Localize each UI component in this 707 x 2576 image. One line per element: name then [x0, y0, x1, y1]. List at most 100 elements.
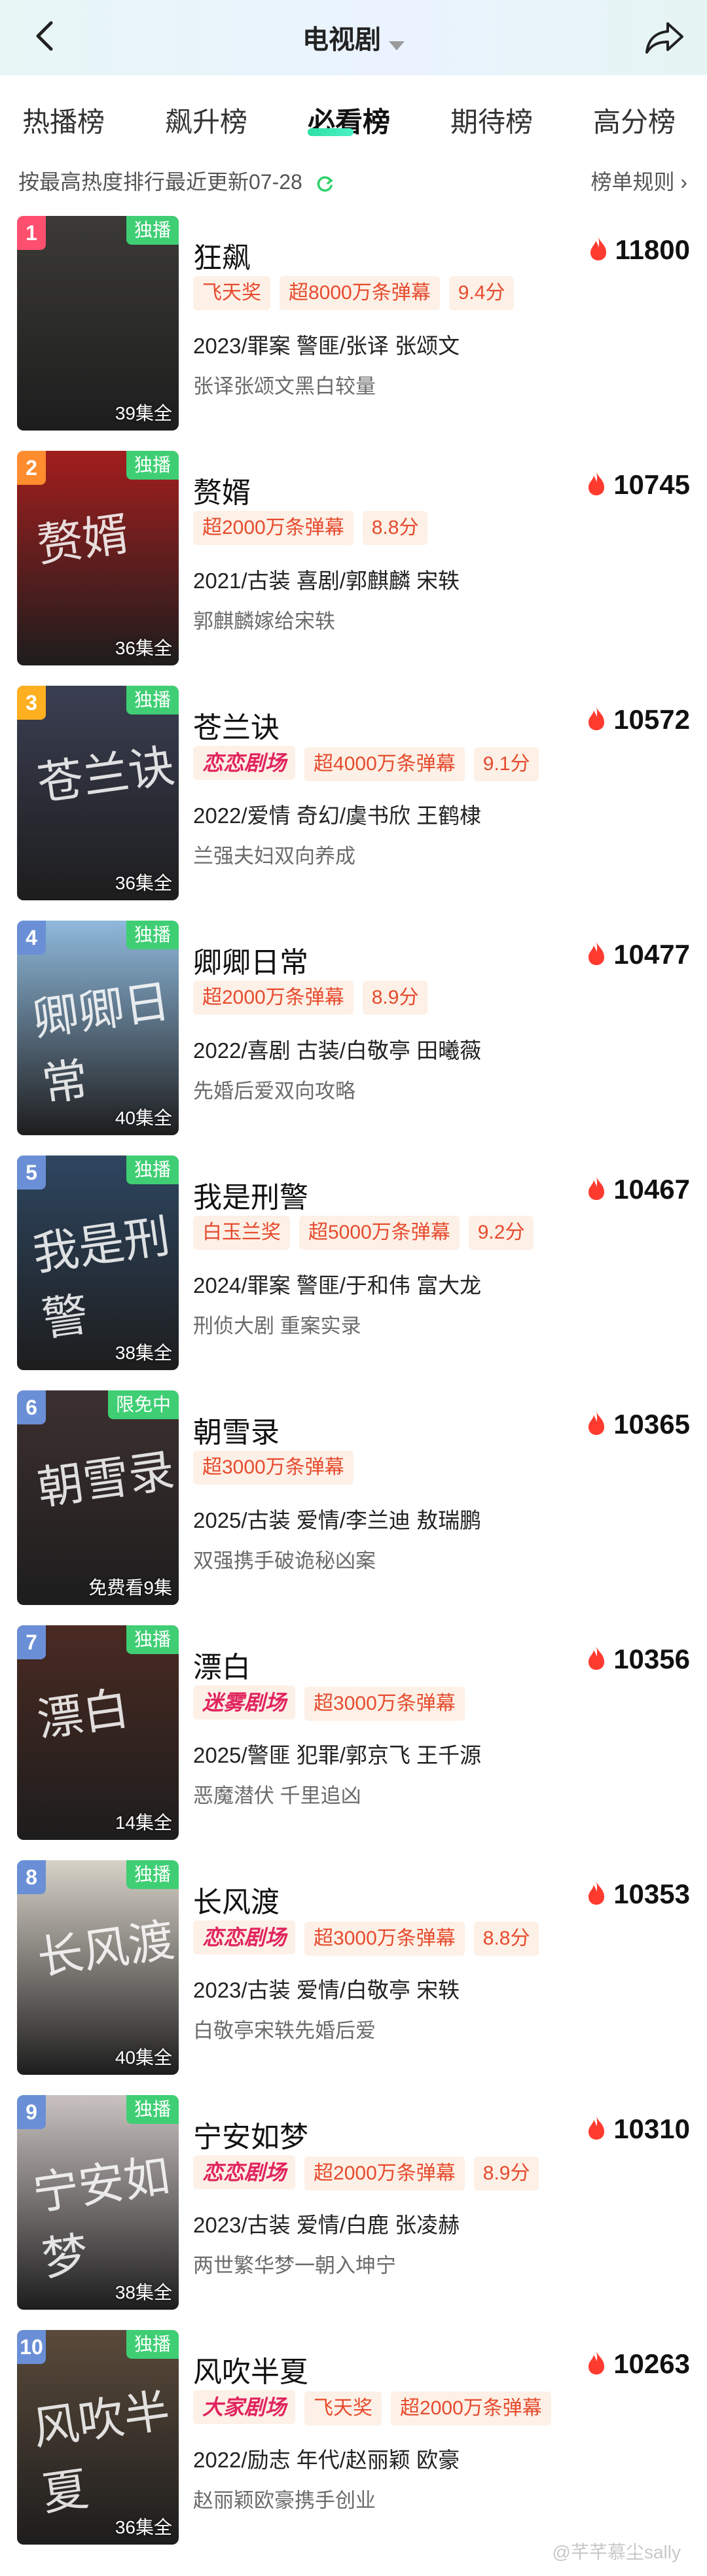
badge-row: 白玉兰奖 超5000万条弹幕 9.2分 — [193, 1216, 543, 1252]
poster-image[interactable]: 我是刑警 5 独播 38集全 — [17, 1156, 179, 1370]
list-item[interactable]: 赘婿 2 独播 36集全 赘婿 10745 超2000万条弹幕 8.8分 2021… — [0, 451, 707, 667]
poster-image[interactable]: 苍兰诀 3 独播 36集全 — [17, 686, 179, 900]
episode-count: 36集全 — [115, 2517, 172, 2537]
honor-badge: 飞天奖 — [193, 276, 270, 310]
ranking-rules-link[interactable]: 榜单规则 › — [590, 166, 687, 196]
flame-icon — [590, 237, 606, 260]
title-dropdown[interactable]: 电视剧 — [0, 18, 707, 56]
drama-title[interactable]: 苍兰诀 — [193, 704, 280, 746]
page-title: 电视剧 — [302, 26, 381, 54]
drama-meta: 2022/喜剧 古装/白敬亭 田曦薇 — [193, 1038, 482, 1063]
watermark: @芊芊慕尘sally — [552, 2542, 681, 2562]
honor-badge: 9.2分 — [468, 1216, 534, 1250]
drama-meta: 2022/励志 年代/赵丽颖 欧豪 — [193, 2448, 460, 2472]
share-icon[interactable] — [642, 14, 687, 60]
badge-row: 恋恋剧场 超4000万条弹幕 9.1分 — [193, 746, 548, 783]
badge-row: 超2000万条弹幕 8.9分 — [193, 981, 437, 1017]
flame-icon — [589, 707, 605, 730]
drama-description: 赵丽颖欧豪携手创业 — [193, 2489, 376, 2512]
tab-rising[interactable]: 飙升榜 — [165, 100, 247, 140]
list-item[interactable]: 1 独播 39集全 狂飙 11800 飞天奖 超8000万条弹幕 9.4分 2023… — [0, 216, 707, 432]
poster-image[interactable]: 长风渡 8 独播 40集全 — [17, 1860, 179, 2075]
episode-count: 36集全 — [115, 638, 172, 658]
poster-image[interactable]: 卿卿日常 4 独播 40集全 — [17, 921, 179, 1135]
badge-row: 超2000万条弹幕 8.8分 — [193, 511, 437, 548]
exclusive-tag: 独播 — [126, 686, 179, 715]
list-item[interactable]: 风吹半夏 10 独播 36集全 风吹半夏 10263 大家剧场 飞天奖 超2000万… — [0, 2330, 707, 2546]
list-item[interactable]: 卿卿日常 4 独播 40集全 卿卿日常 10477 超2000万条弹幕 8.9分 … — [0, 921, 707, 1137]
list-item[interactable]: 长风渡 8 独播 40集全 长风渡 10353 恋恋剧场 超3000万条弹幕 8.8… — [0, 1860, 707, 2076]
refresh-icon[interactable] — [315, 174, 335, 194]
heat-score: 11800 — [588, 234, 690, 266]
poster-title-art: 漂白 — [33, 1681, 132, 1748]
poster-image[interactable]: 风吹半夏 10 独播 36集全 — [17, 2330, 179, 2545]
rank-badge: 3 — [17, 686, 46, 720]
badge-row: 恋恋剧场 超2000万条弹幕 8.9分 — [193, 2155, 548, 2192]
drama-description: 张译张颂文黑白较量 — [193, 375, 376, 398]
active-tab-indicator — [308, 128, 354, 136]
heat-value: 10572 — [613, 704, 690, 735]
drama-title[interactable]: 长风渡 — [193, 1879, 280, 1920]
poster-image[interactable]: 朝雪录 6 限免中 免费看9集 — [17, 1390, 179, 1605]
poster-image[interactable]: 漂白 7 独播 14集全 — [17, 1625, 179, 1840]
poster-title-art: 长风渡 — [34, 1913, 178, 1986]
drama-title[interactable]: 赘婿 — [193, 469, 251, 511]
rank-badge: 7 — [17, 1625, 46, 1659]
episode-count: 40集全 — [115, 1108, 172, 1128]
episode-count: 38集全 — [115, 1343, 172, 1363]
drama-title[interactable]: 风吹半夏 — [193, 2348, 308, 2390]
drama-title[interactable]: 宁安如梦 — [193, 2113, 308, 2155]
drama-meta: 2023/古装 爱情/白敬亭 宋轶 — [193, 1978, 460, 2002]
honor-badge: 飞天奖 — [304, 2391, 382, 2426]
episode-count: 36集全 — [115, 873, 172, 893]
list-item[interactable]: 漂白 7 独播 14集全 漂白 10356 迷雾剧场 超3000万条弹幕 2025… — [0, 1625, 707, 1841]
honor-badge: 超2000万条弹幕 — [193, 981, 354, 1015]
badge-row: 超3000万条弹幕 — [193, 1451, 363, 1487]
drama-meta: 2022/爱情 奇幻/虞书欣 王鹤棣 — [193, 803, 482, 828]
chevron-down-icon — [389, 41, 405, 50]
rank-badge: 1 — [17, 216, 46, 250]
exclusive-tag: 独播 — [126, 451, 179, 480]
honor-badge: 8.8分 — [362, 511, 428, 545]
theater-brand-badge: 恋恋剧场 — [193, 746, 296, 780]
rank-badge: 10 — [17, 2330, 46, 2364]
drama-description: 刑侦大剧 重案实录 — [193, 1314, 361, 1337]
heat-value: 10745 — [613, 469, 690, 500]
drama-title[interactable]: 朝雪录 — [193, 1409, 280, 1451]
poster-title-art: 朝雪录 — [34, 1443, 178, 1516]
drama-title[interactable]: 我是刑警 — [193, 1174, 308, 1216]
rank-badge: 8 — [17, 1860, 46, 1894]
poster-image[interactable]: 1 独播 39集全 — [17, 216, 179, 431]
list-item[interactable]: 宁安如梦 9 独播 38集全 宁安如梦 10310 恋恋剧场 超2000万条弹幕 8… — [0, 2095, 707, 2311]
poster-title-art: 苍兰诀 — [34, 738, 178, 811]
poster-image[interactable]: 赘婿 2 独播 36集全 — [17, 451, 179, 665]
heat-score: 10745 — [586, 469, 690, 501]
tab-hot[interactable]: 热播榜 — [22, 100, 105, 140]
honor-badge: 8.8分 — [473, 1922, 539, 1956]
list-item[interactable]: 朝雪录 6 限免中 免费看9集 朝雪录 10365 超3000万条弹幕 2025… — [0, 1390, 707, 1606]
rank-badge: 4 — [17, 921, 46, 955]
heat-value: 10467 — [613, 1174, 690, 1205]
list-item[interactable]: 我是刑警 5 独播 38集全 我是刑警 10467 白玉兰奖 超5000万条弹幕 9… — [0, 1156, 707, 1371]
heat-value: 10353 — [613, 1879, 690, 1909]
drama-title[interactable]: 卿卿日常 — [193, 939, 308, 981]
drama-meta: 2025/古装 爱情/李兰迪 敖瑞鹏 — [193, 1508, 482, 1532]
tab-anticipated[interactable]: 期待榜 — [450, 100, 533, 140]
exclusive-tag: 独播 — [126, 1860, 179, 1889]
flame-icon — [589, 2351, 605, 2374]
theater-brand-badge: 迷雾剧场 — [193, 1685, 296, 1720]
tab-high-score[interactable]: 高分榜 — [593, 100, 676, 140]
exclusive-tag: 独播 — [126, 1625, 179, 1654]
exclusive-tag: 独播 — [126, 216, 179, 245]
episode-count: 39集全 — [115, 403, 172, 423]
heat-score: 10572 — [586, 704, 690, 735]
list-item[interactable]: 苍兰诀 3 独播 36集全 苍兰诀 10572 恋恋剧场 超4000万条弹幕 9.1… — [0, 686, 707, 902]
exclusive-tag: 独播 — [126, 921, 179, 949]
drama-meta: 2023/古装 爱情/白鹿 张凌赫 — [193, 2213, 460, 2237]
drama-title[interactable]: 狂飙 — [193, 234, 251, 276]
heat-score: 10365 — [586, 1409, 690, 1440]
drama-title[interactable]: 漂白 — [193, 1644, 251, 1685]
poster-image[interactable]: 宁安如梦 9 独播 38集全 — [17, 2095, 179, 2310]
honor-badge: 超4000万条弹幕 — [304, 747, 465, 781]
poster-title-art: 风吹半夏 — [29, 2383, 173, 2522]
